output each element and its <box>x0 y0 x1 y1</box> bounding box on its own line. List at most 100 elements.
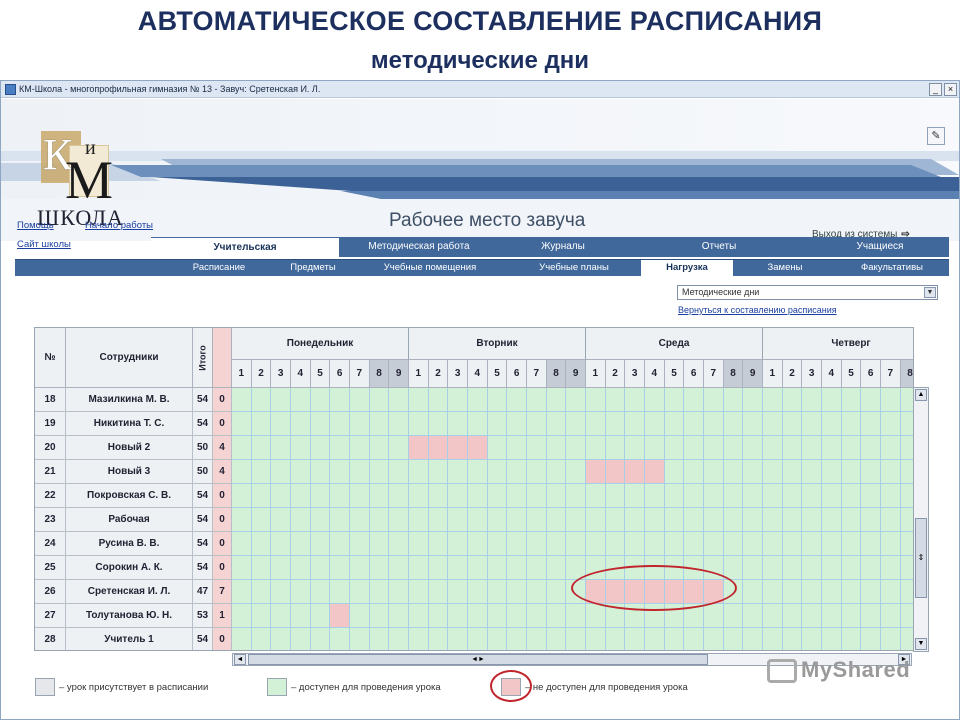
grid-cell[interactable] <box>822 532 842 556</box>
grid-cell[interactable] <box>389 484 409 508</box>
grid-cell[interactable] <box>448 436 468 460</box>
tab-teachers[interactable]: Учительская <box>151 237 339 257</box>
grid-cell[interactable] <box>625 412 645 436</box>
grid-cell[interactable] <box>802 532 822 556</box>
grid-cell[interactable] <box>782 388 803 412</box>
grid-cell[interactable] <box>409 580 429 604</box>
grid-cell[interactable] <box>881 436 901 460</box>
grid-cell[interactable] <box>271 580 291 604</box>
grid-cell[interactable] <box>428 532 449 556</box>
grid-cell[interactable] <box>251 508 272 532</box>
grid-cell[interactable] <box>881 604 901 628</box>
grid-cell[interactable] <box>881 580 901 604</box>
grid-cell[interactable] <box>527 460 547 484</box>
grid-cell[interactable] <box>546 460 567 484</box>
grid-cell[interactable] <box>251 484 272 508</box>
grid-cell[interactable] <box>330 436 350 460</box>
grid-cell[interactable] <box>782 484 803 508</box>
grid-cell[interactable] <box>566 460 586 484</box>
grid-cell[interactable] <box>468 556 488 580</box>
grid-cell[interactable] <box>310 460 331 484</box>
grid-cell[interactable] <box>743 508 763 532</box>
grid-cell[interactable] <box>822 604 842 628</box>
grid-cell[interactable] <box>822 628 842 650</box>
scroll-up-icon[interactable]: ▲ <box>915 389 927 401</box>
grid-cell[interactable] <box>330 604 350 628</box>
grid-cell[interactable] <box>448 604 468 628</box>
grid-cell[interactable] <box>723 460 744 484</box>
grid-cell[interactable] <box>369 412 390 436</box>
grid-cell[interactable] <box>861 460 881 484</box>
grid-cell[interactable] <box>487 508 508 532</box>
grid-cell[interactable] <box>251 628 272 650</box>
grid-cell[interactable] <box>802 628 822 650</box>
grid-cell[interactable] <box>409 436 429 460</box>
tab-electives[interactable]: Факультативы <box>837 260 947 276</box>
grid-cell[interactable] <box>841 412 862 436</box>
scroll-thumb[interactable]: ⇕ <box>915 518 927 598</box>
grid-cell[interactable] <box>586 436 606 460</box>
grid-cell[interactable] <box>507 412 527 436</box>
grid-cell[interactable] <box>487 460 508 484</box>
grid-cell[interactable] <box>527 628 547 650</box>
grid-cell[interactable] <box>330 580 350 604</box>
grid-cell[interactable] <box>586 388 606 412</box>
grid-cell[interactable] <box>900 484 913 508</box>
grid-cell[interactable] <box>586 604 606 628</box>
grid-cell[interactable] <box>251 460 272 484</box>
grid-cell[interactable] <box>546 412 567 436</box>
grid-cell[interactable] <box>586 508 606 532</box>
grid-cell[interactable] <box>841 508 862 532</box>
grid-cell[interactable] <box>900 412 913 436</box>
grid-cell[interactable] <box>448 532 468 556</box>
grid-cell[interactable] <box>232 388 252 412</box>
grid-cell[interactable] <box>271 484 291 508</box>
grid-cell[interactable] <box>409 388 429 412</box>
grid-cell[interactable] <box>350 532 370 556</box>
grid-cell[interactable] <box>645 460 665 484</box>
grid-cell[interactable] <box>586 628 606 650</box>
grid-cell[interactable] <box>487 580 508 604</box>
grid-cell[interactable] <box>428 556 449 580</box>
grid-cell[interactable] <box>468 604 488 628</box>
grid-cell[interactable] <box>389 460 409 484</box>
grid-cell[interactable] <box>841 460 862 484</box>
grid-cell[interactable] <box>271 508 291 532</box>
grid-cell[interactable] <box>487 388 508 412</box>
grid-cell[interactable] <box>900 436 913 460</box>
grid-cell[interactable] <box>428 412 449 436</box>
grid-cell[interactable] <box>723 484 744 508</box>
grid-cell[interactable] <box>822 412 842 436</box>
grid-cell[interactable] <box>330 412 350 436</box>
scroll-left-icon[interactable]: ◄ <box>234 654 246 665</box>
grid-cell[interactable] <box>566 412 586 436</box>
grid-cell[interactable] <box>369 484 390 508</box>
grid-cell[interactable] <box>645 508 665 532</box>
grid-cell[interactable] <box>330 388 350 412</box>
grid-cell[interactable] <box>448 580 468 604</box>
grid-cell[interactable] <box>310 436 331 460</box>
grid-cell[interactable] <box>468 484 488 508</box>
grid-cell[interactable] <box>900 460 913 484</box>
grid-cell[interactable] <box>527 508 547 532</box>
grid-cell[interactable] <box>704 436 724 460</box>
grid-cell[interactable] <box>546 556 567 580</box>
grid-cell[interactable] <box>625 460 645 484</box>
grid-cell[interactable] <box>251 388 272 412</box>
grid-cell[interactable] <box>566 436 586 460</box>
grid-cell[interactable] <box>409 412 429 436</box>
grid-cell[interactable] <box>428 388 449 412</box>
grid-cell[interactable] <box>743 604 763 628</box>
grid-cell[interactable] <box>232 412 252 436</box>
grid-cell[interactable] <box>900 532 913 556</box>
grid-cell[interactable] <box>546 484 567 508</box>
grid-cell[interactable] <box>763 508 783 532</box>
grid-cell[interactable] <box>527 532 547 556</box>
grid-cell[interactable] <box>723 604 744 628</box>
close-button[interactable]: × <box>944 83 957 96</box>
grid-cell[interactable] <box>664 412 685 436</box>
grid-cell[interactable] <box>330 460 350 484</box>
grid-cell[interactable] <box>507 556 527 580</box>
grid-cell[interactable] <box>291 388 311 412</box>
grid-cell[interactable] <box>232 436 252 460</box>
